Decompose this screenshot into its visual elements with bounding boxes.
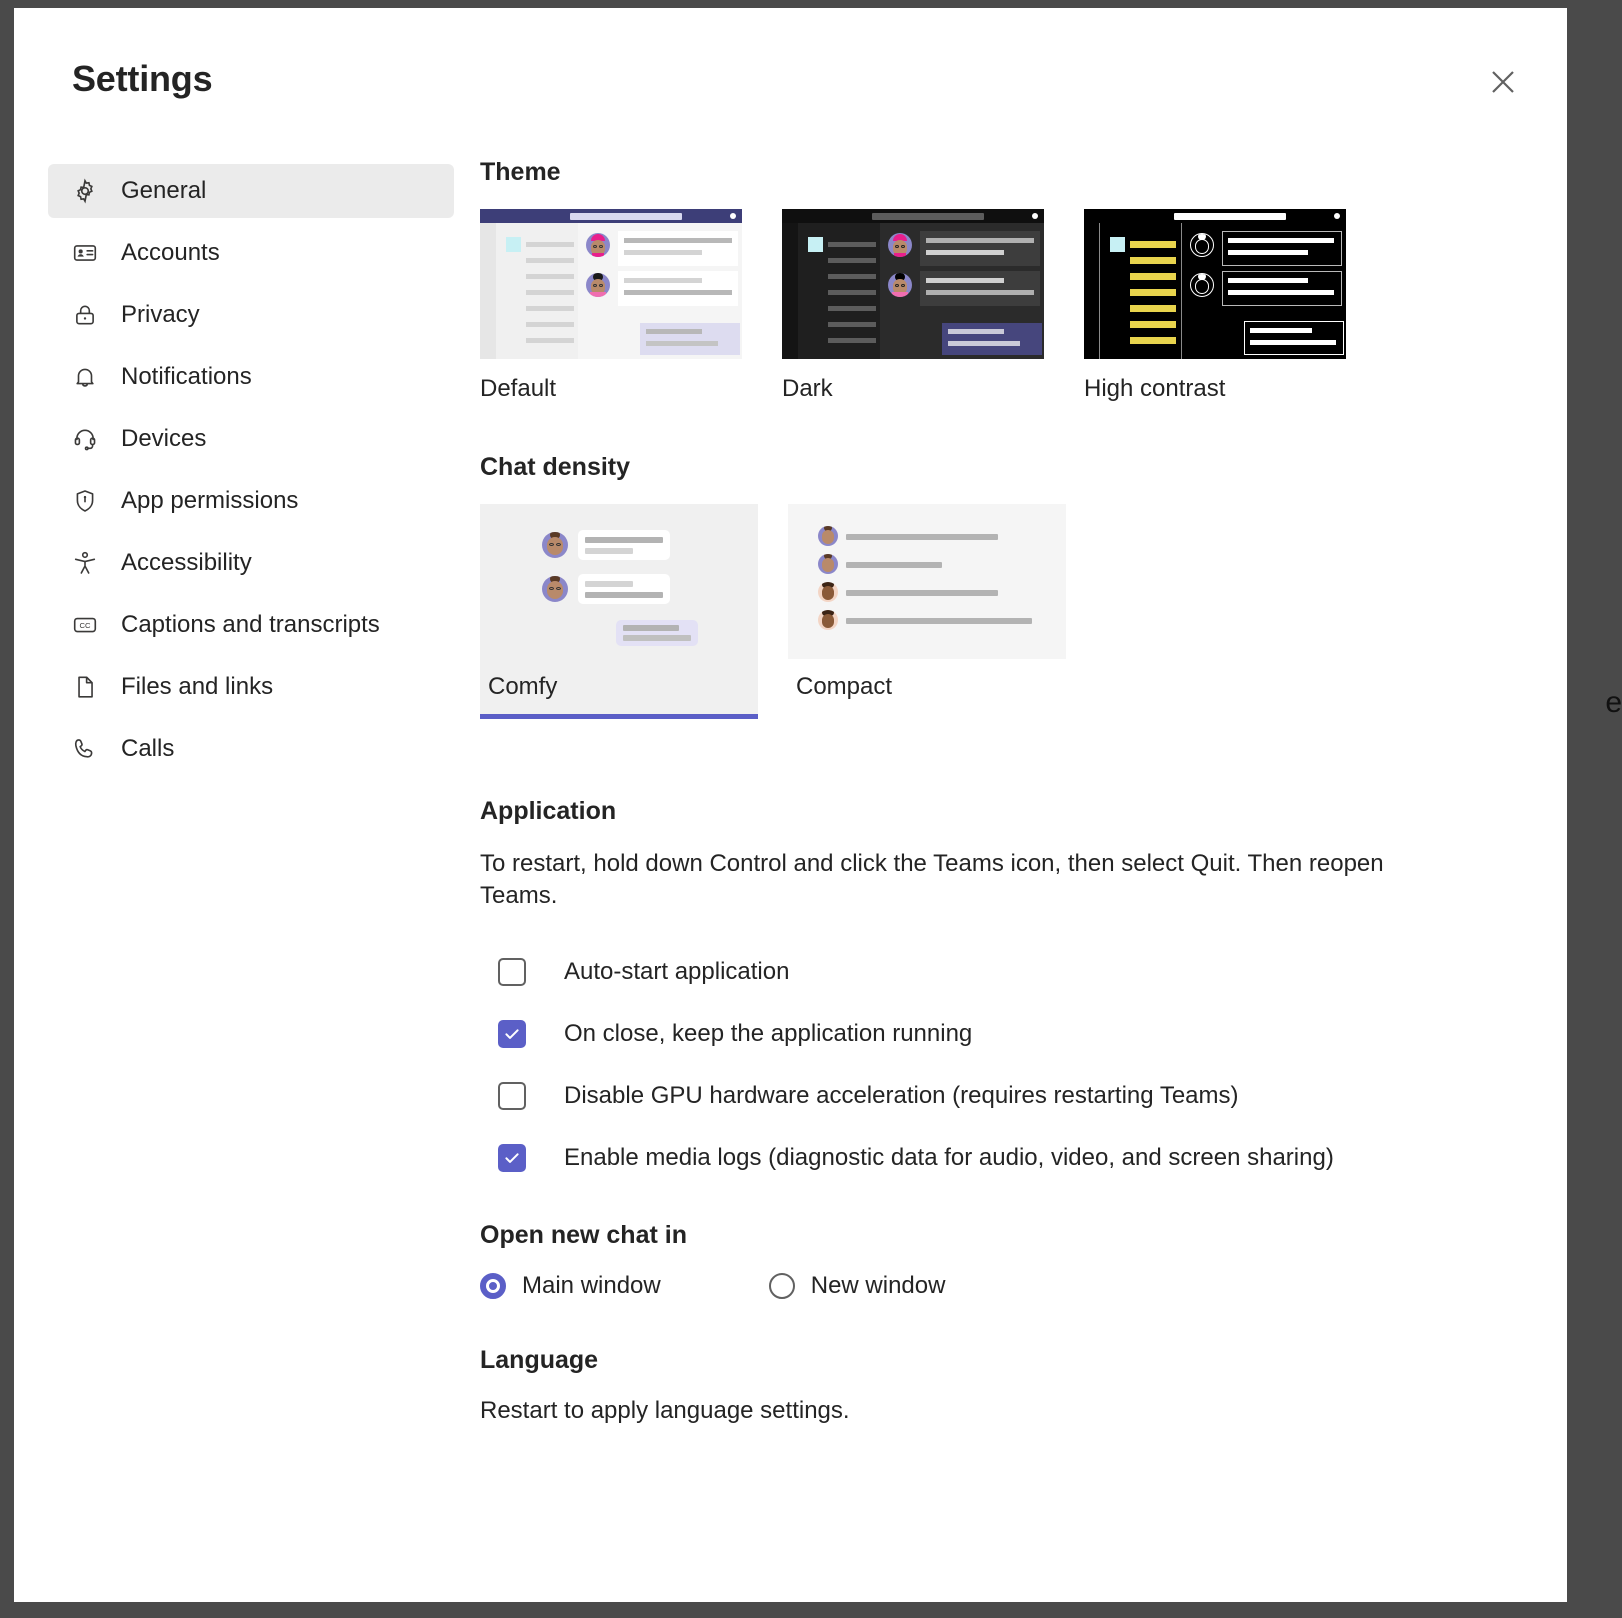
chat-density-heading: Chat density xyxy=(480,453,631,481)
sidebar-item-label: App permissions xyxy=(121,487,299,514)
sidebar-item-files-and-links[interactable]: Files and links xyxy=(48,660,454,714)
checkbox-row-media-logs[interactable]: Enable media logs (diagnostic data for a… xyxy=(480,1127,1527,1189)
checkbox-disable-gpu[interactable] xyxy=(498,1082,526,1111)
theme-option-default[interactable]: Default xyxy=(480,209,742,403)
theme-options: Default Dark High contrast xyxy=(480,209,1527,403)
sidebar-item-accessibility[interactable]: Accessibility xyxy=(48,536,454,590)
desktop-background: e Settings General Accounts Privacy Noti… xyxy=(0,0,1622,1618)
density-preview-compact xyxy=(788,504,1066,659)
sidebar-item-captions-and-transcripts[interactable]: CC Captions and transcripts xyxy=(48,598,454,652)
checkbox-auto-start[interactable] xyxy=(498,958,526,987)
bell-icon xyxy=(70,362,100,392)
checkbox-media-logs[interactable] xyxy=(498,1144,526,1173)
svg-text:CC: CC xyxy=(80,621,91,630)
density-caption: Comfy xyxy=(488,673,558,700)
sidebar-item-label: Files and links xyxy=(121,673,274,700)
checkbox-row-auto-start[interactable]: Auto-start application xyxy=(480,941,1527,1003)
radio-main-window[interactable] xyxy=(480,1273,506,1300)
radio-new-window[interactable] xyxy=(768,1273,795,1300)
checkbox-label: Disable GPU hardware acceleration (requi… xyxy=(564,1082,1239,1110)
contact-card-icon xyxy=(70,238,100,268)
sidebar-item-label: Privacy xyxy=(121,301,200,328)
sidebar-item-label: Calls xyxy=(121,735,175,762)
lock-icon xyxy=(70,300,100,330)
density-option-compact[interactable]: Compact xyxy=(788,504,1066,719)
phone-icon xyxy=(70,734,100,764)
radio-label: Main window xyxy=(522,1272,661,1300)
language-description: Restart to apply language settings. xyxy=(480,1397,850,1425)
sidebar-item-app-permissions[interactable]: App permissions xyxy=(48,474,454,528)
sidebar-item-general[interactable]: General xyxy=(48,164,454,218)
checkbox-keep-running[interactable] xyxy=(498,1020,526,1049)
settings-main-pane: Theme Default Dark High contrast Chat de… xyxy=(454,136,1567,1425)
checkbox-label: Enable media logs (diagnostic data for a… xyxy=(564,1144,1334,1172)
sidebar-item-label: Accessibility xyxy=(121,549,252,576)
closed-caption-icon: CC xyxy=(70,610,100,640)
theme-preview-default xyxy=(480,209,742,359)
document-icon xyxy=(70,672,100,702)
dialog-header: Settings xyxy=(14,8,1567,136)
checkbox-label: On close, keep the application running xyxy=(564,1020,973,1048)
theme-caption: Dark xyxy=(782,375,833,402)
sidebar-item-label: Notifications xyxy=(121,363,252,390)
theme-section: Theme Default Dark High contrast xyxy=(480,158,1527,403)
sidebar-item-privacy[interactable]: Privacy xyxy=(48,288,454,342)
headset-icon xyxy=(70,424,100,454)
sidebar-item-label: General xyxy=(121,177,207,204)
check-icon xyxy=(505,1029,519,1040)
chat-density-section: Chat density Comfy Compact xyxy=(480,453,1527,719)
language-section: Language Restart to apply language setti… xyxy=(480,1346,1527,1425)
sidebar-item-label: Accounts xyxy=(121,239,220,266)
check-icon xyxy=(505,1153,519,1164)
sidebar-item-label: Devices xyxy=(121,425,207,452)
open-new-chat-in-options: Main window New window xyxy=(480,1272,1527,1300)
chat-density-options: Comfy Compact xyxy=(480,504,1527,719)
density-selected-indicator xyxy=(480,714,758,719)
radio-option-main-window[interactable]: Main window xyxy=(480,1272,661,1300)
page-title: Settings xyxy=(72,58,213,99)
sidebar-item-notifications[interactable]: Notifications xyxy=(48,350,454,404)
theme-preview-high-contrast xyxy=(1084,209,1346,359)
radio-option-new-window[interactable]: New window xyxy=(768,1272,946,1300)
radio-label: New window xyxy=(810,1272,946,1300)
sidebar-item-label: Captions and transcripts xyxy=(121,611,380,638)
theme-option-high-contrast[interactable]: High contrast xyxy=(1084,209,1346,403)
density-caption: Compact xyxy=(796,673,893,700)
checkbox-row-disable-gpu[interactable]: Disable GPU hardware acceleration (requi… xyxy=(480,1065,1527,1127)
settings-sidebar: General Accounts Privacy Notifications D… xyxy=(14,136,454,784)
theme-caption: High contrast xyxy=(1084,375,1226,402)
sidebar-item-accounts[interactable]: Accounts xyxy=(48,226,454,280)
accessibility-person-icon xyxy=(70,548,100,578)
application-description: To restart, hold down Control and click … xyxy=(480,850,1384,909)
application-heading: Application xyxy=(480,797,617,825)
checkbox-label: Auto-start application xyxy=(564,958,790,986)
theme-preview-dark xyxy=(782,209,1044,359)
sidebar-item-devices[interactable]: Devices xyxy=(48,412,454,466)
open-new-chat-in-heading: Open new chat in xyxy=(480,1221,687,1250)
language-heading: Language xyxy=(480,1346,599,1375)
open-new-chat-in-section: Open new chat in Main window New window xyxy=(480,1221,1527,1300)
checkbox-row-keep-running[interactable]: On close, keep the application running xyxy=(480,1003,1527,1065)
settings-dialog: Settings General Accounts Privacy Notifi… xyxy=(14,8,1567,1602)
theme-caption: Default xyxy=(480,375,557,402)
theme-heading: Theme xyxy=(480,158,561,186)
sidebar-item-calls[interactable]: Calls xyxy=(48,722,454,776)
dialog-body: General Accounts Privacy Notifications D… xyxy=(14,136,1567,1425)
shield-icon xyxy=(70,486,100,516)
gear-icon xyxy=(70,176,100,206)
clipped-edge-glyph: e xyxy=(1605,686,1622,719)
close-icon xyxy=(1488,67,1518,97)
density-option-comfy[interactable]: Comfy xyxy=(480,504,758,719)
application-section: Application To restart, hold down Contro… xyxy=(480,797,1527,1189)
density-preview-comfy xyxy=(480,504,758,659)
close-button[interactable] xyxy=(1481,60,1525,104)
theme-option-dark[interactable]: Dark xyxy=(782,209,1044,403)
